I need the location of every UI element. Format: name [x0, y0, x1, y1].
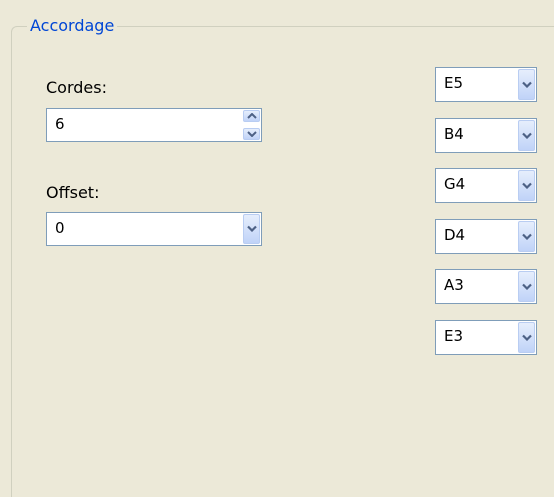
tuning-dropdown-button[interactable]	[518, 69, 535, 100]
group-title: Accordage	[27, 16, 118, 36]
offset-dropdown[interactable]: 0	[46, 212, 262, 246]
strings-value: 6	[55, 115, 65, 133]
chevron-down-icon	[247, 225, 257, 232]
tuning-dropdown-button[interactable]	[518, 170, 535, 201]
chevron-down-icon	[522, 132, 532, 139]
spin-up-button[interactable]	[243, 110, 260, 122]
spin-down-button[interactable]	[243, 128, 260, 140]
tuning-dropdown-string-5[interactable]: A3	[435, 269, 537, 304]
chevron-down-icon	[247, 131, 257, 137]
chevron-down-icon	[522, 283, 532, 290]
tuning-dropdown-string-4[interactable]: D4	[435, 219, 537, 254]
offset-dropdown-button[interactable]	[243, 214, 260, 244]
tuning-dropdown-button[interactable]	[518, 271, 535, 302]
tuning-note: G4	[444, 175, 466, 193]
tuning-dropdown-button[interactable]	[518, 120, 535, 151]
offset-label: Offset:	[46, 183, 100, 202]
strings-label: Cordes:	[46, 78, 107, 97]
chevron-down-icon	[522, 81, 532, 88]
tuning-dropdown-button[interactable]	[518, 322, 535, 353]
chevron-down-icon	[522, 334, 532, 341]
tuning-dropdown-button[interactable]	[518, 221, 535, 252]
tuning-dropdown-string-1[interactable]: E5	[435, 67, 537, 102]
tuning-note: A3	[444, 276, 464, 294]
tuning-note: D4	[444, 226, 466, 244]
chevron-down-icon	[522, 233, 532, 240]
offset-value: 0	[55, 219, 65, 237]
tuning-dropdown-string-2[interactable]: B4	[435, 118, 537, 153]
strings-spinner[interactable]: 6	[46, 108, 262, 142]
tuning-note: B4	[444, 125, 464, 143]
tuning-note: E3	[444, 327, 464, 345]
chevron-up-icon	[247, 113, 257, 119]
tuning-note: E5	[444, 74, 464, 92]
chevron-down-icon	[522, 182, 532, 189]
tuning-dropdown-string-3[interactable]: G4	[435, 168, 537, 203]
tuning-dropdown-string-6[interactable]: E3	[435, 320, 537, 355]
